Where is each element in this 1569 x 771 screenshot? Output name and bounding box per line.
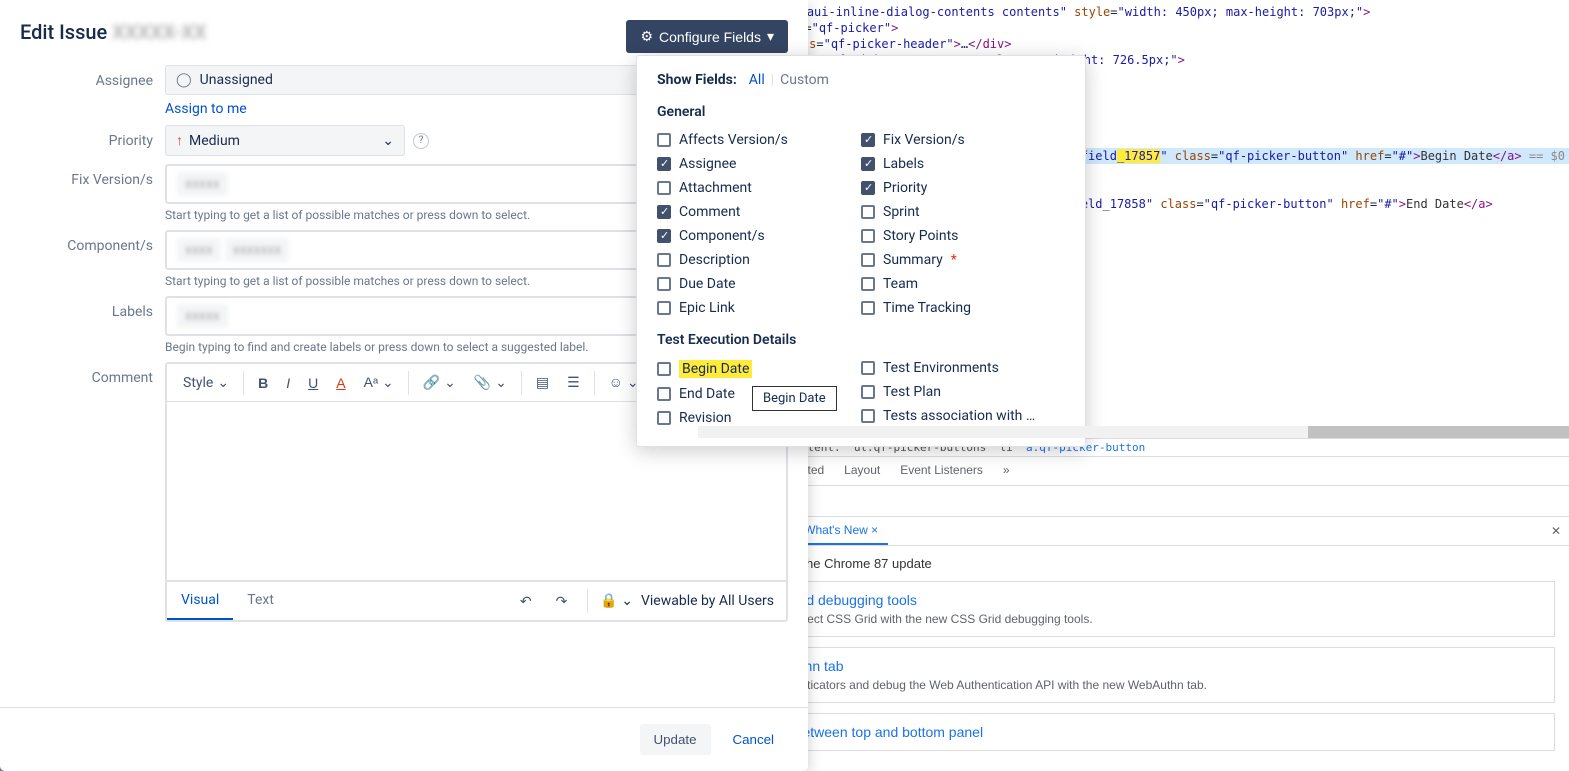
styles-tabs: Styles Computed Layout Event Listeners » — [698, 457, 1569, 486]
checkbox-icon — [861, 385, 875, 399]
checkbox-icon — [861, 133, 875, 147]
help-icon[interactable]: ? — [413, 133, 429, 149]
whatsnew-card[interactable]: New CSS Grid debugging toolsDebug and in… — [712, 581, 1555, 637]
checkbox-icon — [861, 205, 875, 219]
picker-field-affects-version-s[interactable]: Affects Version/s — [657, 128, 861, 152]
labels-label: Labels — [20, 296, 165, 320]
priority-select[interactable]: ↑ Medium ⌄ — [165, 125, 405, 156]
picker-field-component-s[interactable]: Component/s — [657, 224, 861, 248]
checkbox-icon — [861, 253, 875, 267]
redo-button[interactable]: ↷ — [548, 587, 576, 616]
picker-field-comment[interactable]: Comment — [657, 200, 861, 224]
style-dropdown[interactable]: Style ⌄ — [175, 371, 237, 395]
comment-label: Comment — [20, 362, 165, 386]
picker-field-tests-association-with-[interactable]: Tests association with … — [861, 404, 1065, 428]
picker-field-assignee[interactable]: Assignee — [657, 152, 861, 176]
components-label: Component/s — [20, 230, 165, 254]
undo-button[interactable]: ↶ — [512, 587, 540, 616]
underline-button[interactable]: U — [300, 369, 326, 397]
gear-icon: ⚙ — [640, 28, 653, 45]
picker-field-summary[interactable]: Summary* — [861, 248, 1065, 272]
checkbox-icon — [861, 157, 875, 171]
checkbox-icon — [657, 253, 671, 267]
picker-field-priority[interactable]: Priority — [861, 176, 1065, 200]
italic-button[interactable]: I — [278, 369, 298, 397]
test-exec-heading: Test Execution Details — [657, 332, 1065, 348]
checkbox-icon — [657, 301, 671, 315]
checkbox-icon — [861, 229, 875, 243]
attachment-button[interactable]: 📎 ⌄ — [466, 368, 515, 397]
cancel-button[interactable]: Cancel — [719, 724, 789, 755]
fix-version-label: Fix Version/s — [20, 164, 165, 188]
checkbox-icon — [861, 181, 875, 195]
show-fields-label: Show Fields: — [657, 72, 737, 88]
checkbox-icon — [657, 181, 671, 195]
configure-fields-button[interactable]: ⚙ Configure Fields ▾ — [626, 20, 788, 53]
picker-field-begin-date[interactable]: Begin Date — [657, 356, 861, 382]
checkbox-icon — [657, 229, 671, 243]
picker-field-sprint[interactable]: Sprint — [861, 200, 1065, 224]
dialog-title: Edit Issue XXXXX-XX — [20, 20, 207, 44]
link-button[interactable]: 🔗 ⌄ — [415, 368, 464, 397]
horizontal-scrollbar[interactable] — [698, 426, 1569, 438]
picker-field-time-tracking[interactable]: Time Tracking — [861, 296, 1065, 320]
general-heading: General — [657, 104, 1065, 120]
begin-date-tooltip: Begin Date — [752, 386, 837, 411]
unassigned-icon: ◯ — [176, 72, 192, 88]
picker-field-fix-version-s[interactable]: Fix Version/s — [861, 128, 1065, 152]
assignee-label: Assignee — [20, 65, 165, 89]
checkbox-icon — [861, 361, 875, 375]
number-list-button[interactable]: ☰ — [559, 368, 588, 397]
picker-field-test-environments[interactable]: Test Environments — [861, 356, 1065, 380]
picker-field-test-plan[interactable]: Test Plan — [861, 380, 1065, 404]
picker-field-description[interactable]: Description — [657, 248, 861, 272]
drawer-close-icon[interactable]: ✕ — [1551, 524, 1561, 538]
whatsnew-panel: Highlights from the Chrome 87 update New… — [698, 546, 1569, 771]
app-area: rt ▾ 20 Edit Issue XXXXX-XX ⚙ Configure … — [0, 0, 697, 771]
bold-button[interactable]: B — [250, 369, 276, 397]
drawer-tabs: ⋮ Console What's New × ✕ — [698, 516, 1569, 546]
tab-event-listeners[interactable]: Event Listeners — [890, 457, 993, 485]
checkbox-icon — [657, 411, 671, 425]
chevron-down-icon: ⌄ — [382, 133, 394, 149]
update-button[interactable]: Update — [640, 724, 711, 755]
picker-field-labels[interactable]: Labels — [861, 152, 1065, 176]
checkbox-icon — [657, 205, 671, 219]
text-color-button[interactable]: A — [328, 369, 353, 397]
checkbox-icon — [657, 157, 671, 171]
bullet-list-button[interactable]: ▤ — [528, 368, 557, 397]
checkbox-icon — [657, 277, 671, 291]
checkbox-icon — [861, 409, 875, 423]
whatsnew-headline: Highlights from the Chrome 87 update — [712, 556, 1555, 571]
tab-whatsnew[interactable]: What's New × — [794, 517, 888, 545]
picker-field-epic-link[interactable]: Epic Link — [657, 296, 861, 320]
text-tab[interactable]: Text — [233, 582, 288, 620]
whatsnew-card[interactable]: Move tools between top and bottom panel — [712, 713, 1555, 751]
priority-label: Priority — [20, 125, 165, 149]
tab-layout[interactable]: Layout — [834, 457, 890, 485]
picker-field-attachment[interactable]: Attachment — [657, 176, 861, 200]
checkbox-icon — [861, 277, 875, 291]
checkbox-icon — [657, 362, 671, 376]
show-all-link[interactable]: All — [743, 72, 771, 88]
visibility-text: Viewable by All Users — [641, 593, 774, 609]
assign-to-me-link[interactable]: Assign to me — [165, 101, 247, 117]
lock-icon: 🔒 ⌄ — [600, 593, 633, 609]
chevron-down-icon: ▾ — [767, 28, 774, 45]
whatsnew-card[interactable]: New WebAuthn tabEmulate authenticators a… — [712, 647, 1555, 703]
picker-field-due-date[interactable]: Due Date — [657, 272, 861, 296]
checkbox-icon — [657, 387, 671, 401]
priority-icon: ↑ — [176, 132, 183, 149]
more-format-button[interactable]: Aᵃ ⌄ — [356, 368, 402, 397]
picker-field-team[interactable]: Team — [861, 272, 1065, 296]
show-custom-link[interactable]: Custom — [774, 72, 835, 88]
visual-tab[interactable]: Visual — [167, 582, 233, 620]
checkbox-icon — [861, 301, 875, 315]
checkbox-icon — [657, 133, 671, 147]
field-picker: Show Fields: All | Custom General Affect… — [636, 55, 1086, 447]
picker-field-story-points[interactable]: Story Points — [861, 224, 1065, 248]
tab-more[interactable]: » — [993, 457, 1020, 485]
